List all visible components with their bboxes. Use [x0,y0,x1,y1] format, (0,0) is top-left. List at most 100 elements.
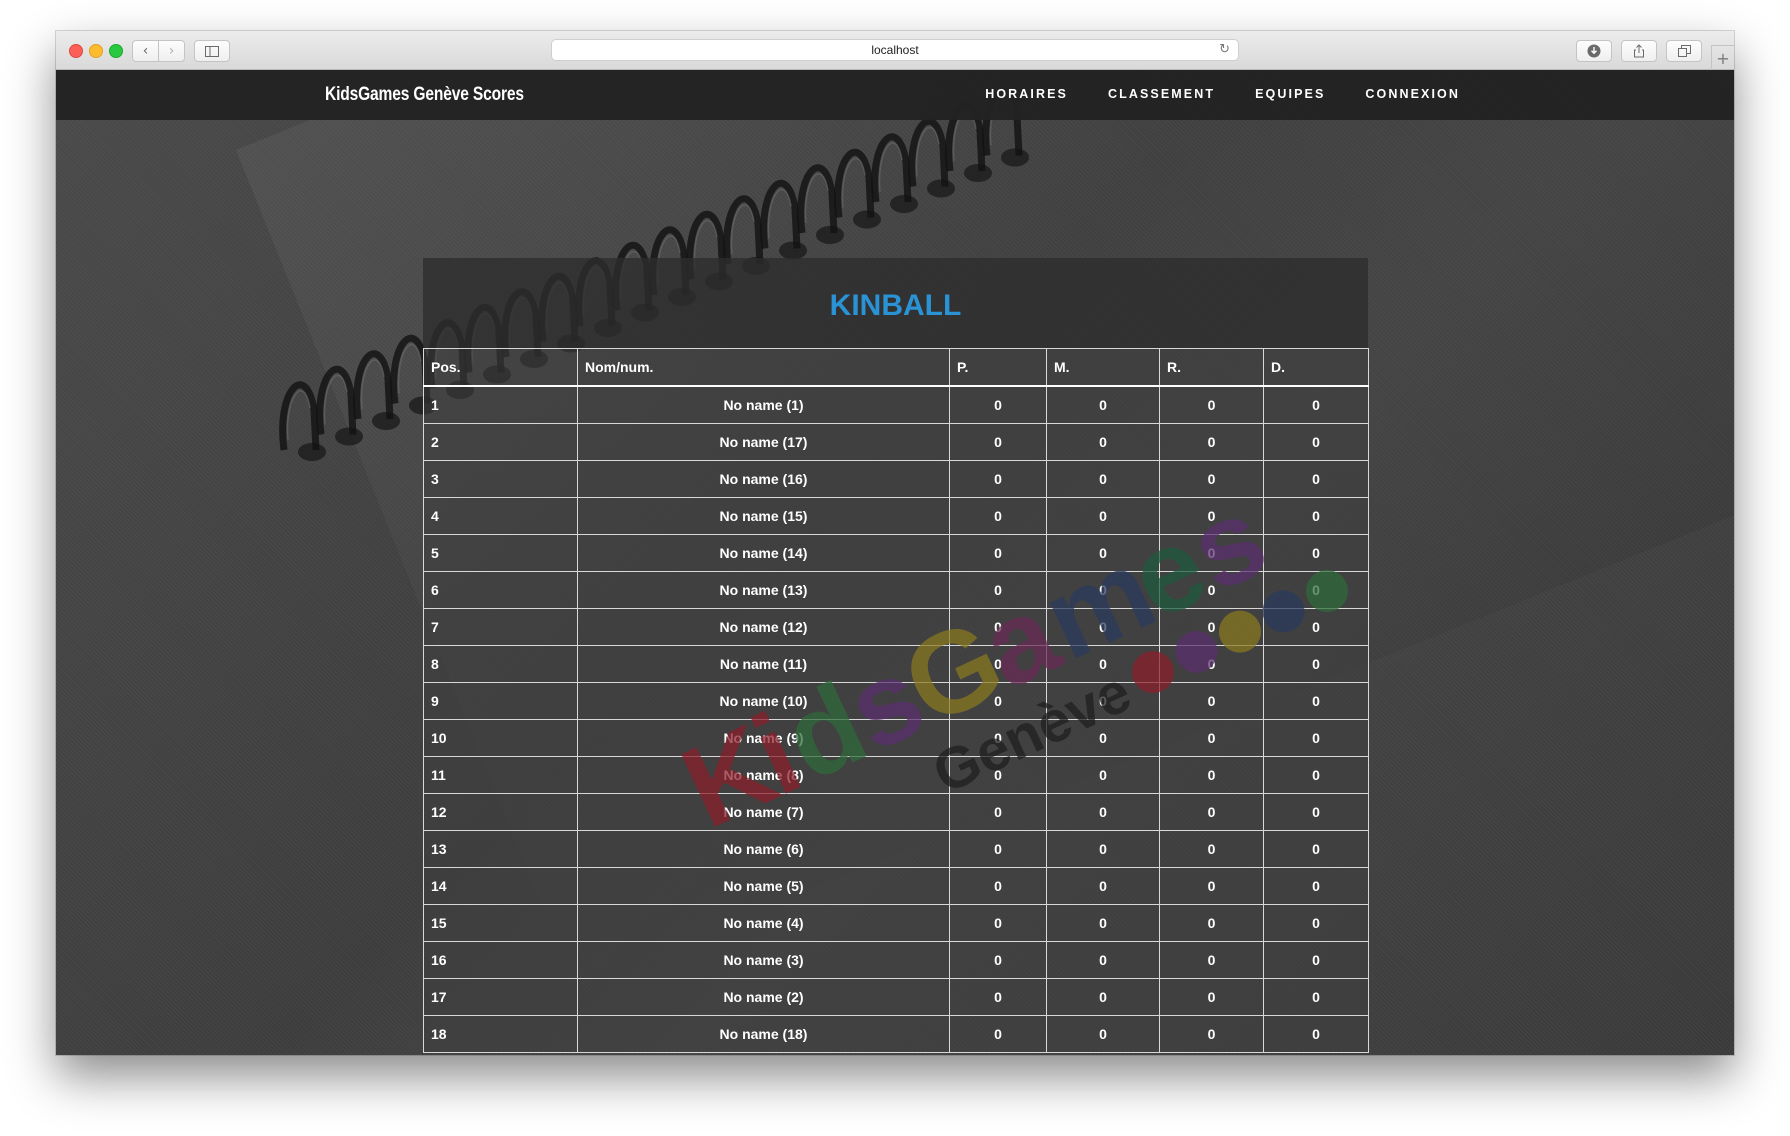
cell-team-name[interactable]: No name (13) [577,571,950,609]
table-row: 11 No name (8) 0 0 0 0 [423,756,1369,794]
nav-link-equipes[interactable]: EQUIPES [1255,87,1325,101]
cell-pos: 15 [423,904,578,942]
cell-team-name[interactable]: No name (2) [577,978,950,1016]
cell-r: 0 [1159,608,1264,646]
cell-r: 0 [1159,385,1264,424]
cell-m: 0 [1046,941,1160,979]
tabs-icon[interactable] [1666,40,1702,62]
cell-team-name[interactable]: No name (17) [577,423,950,461]
cell-r: 0 [1159,756,1264,794]
cell-pos: 3 [423,460,578,498]
cell-d: 0 [1263,534,1369,572]
table-row: 12 No name (7) 0 0 0 0 [423,793,1369,831]
cell-team-name[interactable]: No name (4) [577,904,950,942]
cell-r: 0 [1159,830,1264,868]
cell-team-name[interactable]: No name (16) [577,460,950,498]
cell-pos: 16 [423,941,578,979]
cell-played: 0 [949,423,1047,461]
back-icon[interactable]: ‹ [133,41,158,61]
forward-icon[interactable]: › [158,41,184,61]
cell-played: 0 [949,534,1047,572]
cell-pos: 14 [423,867,578,905]
cell-team-name[interactable]: No name (1) [577,385,950,424]
new-tab-icon[interactable]: + [1711,45,1734,70]
table-row: 5 No name (14) 0 0 0 0 [423,534,1369,572]
minimize-window-button[interactable] [89,44,103,58]
cell-team-name[interactable]: No name (6) [577,830,950,868]
cell-team-name[interactable]: No name (18) [577,1015,950,1053]
cell-m: 0 [1046,423,1160,461]
cell-m: 0 [1046,867,1160,905]
cell-r: 0 [1159,719,1264,757]
cell-team-name[interactable]: No name (3) [577,941,950,979]
table-row: 18 No name (18) 0 0 0 0 [423,1015,1369,1053]
nav-link-horaires[interactable]: HORAIRES [985,87,1068,101]
cell-pos: 17 [423,978,578,1016]
reload-icon[interactable]: ↻ [1219,42,1230,57]
close-window-button[interactable] [69,44,83,58]
cell-team-name[interactable]: No name (10) [577,682,950,720]
cell-m: 0 [1046,978,1160,1016]
cell-r: 0 [1159,904,1264,942]
cell-m: 0 [1046,385,1160,424]
cell-m: 0 [1046,719,1160,757]
page-background: KidsGames Genève Scores HORAIRES CLASSEM… [56,70,1734,1055]
col-header-m: M. [1046,348,1160,387]
cell-played: 0 [949,978,1047,1016]
cell-d: 0 [1263,571,1369,609]
table-row: 3 No name (16) 0 0 0 0 [423,460,1369,498]
maximize-window-button[interactable] [109,44,123,58]
cell-pos: 1 [423,385,578,424]
cell-played: 0 [949,608,1047,646]
cell-m: 0 [1046,904,1160,942]
cell-team-name[interactable]: No name (7) [577,793,950,831]
cell-team-name[interactable]: No name (9) [577,719,950,757]
nav-link-classement[interactable]: CLASSEMENT [1108,87,1215,101]
sport-title: KINBALL [829,289,962,322]
cell-pos: 2 [423,423,578,461]
cell-team-name[interactable]: No name (5) [577,867,950,905]
cell-r: 0 [1159,941,1264,979]
table-row: 4 No name (15) 0 0 0 0 [423,497,1369,535]
table-row: 16 No name (3) 0 0 0 0 [423,941,1369,979]
table-row: 7 No name (12) 0 0 0 0 [423,608,1369,646]
cell-pos: 8 [423,645,578,683]
cell-m: 0 [1046,645,1160,683]
table-row: 13 No name (6) 0 0 0 0 [423,830,1369,868]
cell-r: 0 [1159,423,1264,461]
ranking-panel: KINBALL Pos. Nom/num. P. M. R. D. 1 No n… [423,258,1369,1053]
col-header-played: P. [949,348,1047,387]
cell-played: 0 [949,830,1047,868]
cell-played: 0 [949,1015,1047,1053]
cell-team-name[interactable]: No name (8) [577,756,950,794]
cell-team-name[interactable]: No name (14) [577,534,950,572]
cell-d: 0 [1263,793,1369,831]
cell-played: 0 [949,719,1047,757]
cell-team-name[interactable]: No name (12) [577,608,950,646]
cell-team-name[interactable]: No name (11) [577,645,950,683]
cell-d: 0 [1263,645,1369,683]
nav-link-connexion[interactable]: CONNEXION [1365,87,1460,101]
browser-toolbar: ‹ › localhost ↻ + [56,31,1734,70]
cell-pos: 6 [423,571,578,609]
cell-d: 0 [1263,904,1369,942]
cell-r: 0 [1159,534,1264,572]
share-icon[interactable] [1621,40,1657,62]
ranking-table: Pos. Nom/num. P. M. R. D. 1 No name (1) 0 0… [423,348,1369,1053]
cell-r: 0 [1159,978,1264,1016]
sidebar-icon[interactable] [194,40,230,62]
cell-d: 0 [1263,756,1369,794]
cell-d: 0 [1263,497,1369,535]
col-header-pos: Pos. [423,348,578,387]
cell-team-name[interactable]: No name (15) [577,497,950,535]
table-header-row: Pos. Nom/num. P. M. R. D. [423,348,1369,387]
download-icon[interactable] [1576,40,1612,62]
cell-pos: 10 [423,719,578,757]
cell-d: 0 [1263,941,1369,979]
history-nav: ‹ › [132,40,185,62]
cell-r: 0 [1159,867,1264,905]
cell-pos: 12 [423,793,578,831]
site-brand[interactable]: KidsGames Genève Scores [325,84,524,106]
address-bar[interactable]: localhost ↻ [551,39,1239,61]
table-row: 1 No name (1) 0 0 0 0 [423,385,1369,424]
